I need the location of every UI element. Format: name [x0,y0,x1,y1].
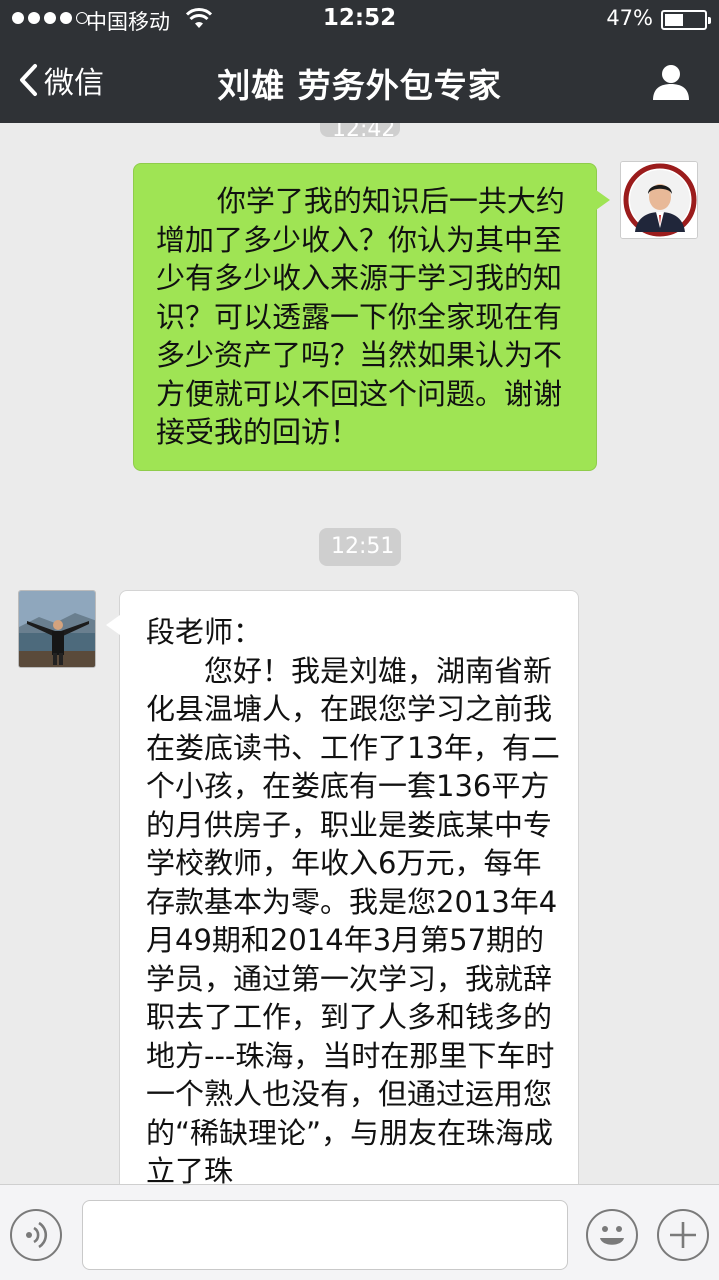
chat-title: 刘雄 劳务外包专家 [217,66,502,105]
emoji-icon [600,1226,624,1245]
plus-icon [670,1222,696,1248]
incoming-message-text: 您好！我是刘雄，湖南省新化县温塘人，在跟您学习之前我在娄底读书、工作了13年，有… [146,653,560,1185]
incoming-message-bubble[interactable]: 段老师： 您好！我是刘雄，湖南省新化县温塘人，在跟您学习之前我在娄底读书、工作了… [106,590,579,1185]
timestamp: 12:51 [319,528,401,566]
emoji-button[interactable] [586,1209,638,1261]
person-icon[interactable] [651,62,691,102]
outgoing-message-text: 你学了我的知识后一共大约增加了多少收入？你认为其中至少有多少收入来源于学习我的知… [156,184,565,449]
message-input[interactable] [82,1200,568,1270]
my-avatar[interactable] [620,161,698,239]
input-bar [0,1184,719,1280]
avatar-image [621,162,697,238]
contact-avatar[interactable] [18,590,96,668]
top-bar: 中国移动 12:52 47% 微信 刘雄 劳务外包专家 [0,0,719,123]
voice-icon [26,1221,48,1249]
navigation-bar: 微信 刘雄 劳务外包专家 [0,40,719,123]
timestamp: 12:42 [320,123,400,142]
incoming-message-greeting: 段老师： [146,615,263,649]
chat-area[interactable]: 12:42 你学了我的知识后一共大约增加了多少收入？你认为其中至少有多少收入来源… [0,123,719,1184]
outgoing-message-bubble[interactable]: 你学了我的知识后一共大约增加了多少收入？你认为其中至少有多少收入来源于学习我的知… [133,163,610,471]
avatar-image [19,591,95,667]
more-button[interactable] [657,1209,709,1261]
status-bar: 中国移动 12:52 47% [0,0,719,40]
voice-button[interactable] [10,1209,62,1261]
battery-icon [661,10,711,30]
battery-percentage: 47% [606,6,653,30]
